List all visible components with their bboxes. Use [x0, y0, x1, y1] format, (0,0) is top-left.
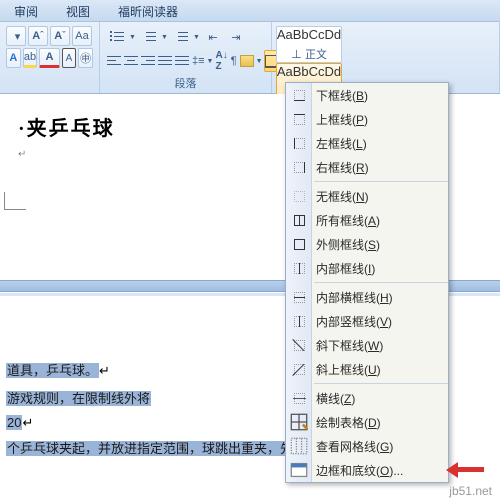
- style-normal[interactable]: AaBbCcDd ⊥ 正文: [276, 26, 342, 63]
- paragraph-group: ▼ ▼ ▼ ⇤ ⇥ ‡≡▼ A↓Z ¶ ▼ ▼ 段落: [100, 22, 272, 93]
- tab-foxit[interactable]: 福昕阅读器: [104, 0, 192, 21]
- menu-item-P[interactable]: 上框线(P): [286, 107, 448, 131]
- menu-item-A[interactable]: 所有框线(A): [286, 208, 448, 232]
- tab-review[interactable]: 审阅: [0, 0, 52, 21]
- menu-item-label: 左框线(L): [316, 135, 367, 152]
- menu-item-label: 下框线(B): [316, 87, 368, 104]
- sort-button[interactable]: A↓Z: [214, 50, 228, 72]
- bi-du-icon: [290, 360, 308, 378]
- bi-top-icon: [290, 110, 308, 128]
- menu-item-label: 内部框线(I): [316, 260, 375, 277]
- bullets-button[interactable]: [106, 26, 128, 48]
- align-center-button[interactable]: [123, 50, 139, 72]
- dialog-icon: [290, 461, 308, 479]
- menu-item-label: 绘制表格(D): [316, 414, 381, 431]
- align-right-button[interactable]: [140, 50, 156, 72]
- bi-in-icon: [290, 312, 308, 330]
- annotation-arrow: [438, 462, 484, 478]
- distribute-button[interactable]: [174, 50, 190, 72]
- bi-right-icon: [290, 158, 308, 176]
- shading-button[interactable]: [239, 50, 255, 72]
- menu-item-O[interactable]: 边框和底纹(O)...: [286, 458, 448, 482]
- menu-item-label: 外侧框线(S): [316, 236, 380, 253]
- font-color-button[interactable]: A: [39, 48, 59, 68]
- menu-item-S[interactable]: 外侧框线(S): [286, 232, 448, 256]
- bi-bottom-icon: [290, 86, 308, 104]
- grid-icon: [290, 413, 308, 431]
- menu-item-W[interactable]: 斜下框线(W): [286, 333, 448, 357]
- font-size-dropdown[interactable]: ▾: [6, 26, 26, 46]
- menu-item-B[interactable]: 下框线(B): [286, 83, 448, 107]
- menu-item-label: 内部横框线(H): [316, 289, 393, 306]
- bi-hline-icon: [290, 389, 308, 407]
- grow-font-button[interactable]: Aˆ: [28, 26, 48, 46]
- menu-item-I[interactable]: 内部框线(I): [286, 256, 448, 280]
- align-left-button[interactable]: [106, 50, 122, 72]
- tab-view[interactable]: 视图: [52, 0, 104, 21]
- menu-item-label: 所有框线(A): [316, 212, 380, 229]
- show-marks-button[interactable]: ¶: [230, 50, 238, 72]
- increase-indent-button[interactable]: ⇥: [225, 26, 247, 48]
- menu-item-L[interactable]: 左框线(L): [286, 131, 448, 155]
- menu-item-label: 斜下框线(W): [316, 337, 383, 354]
- highlight-button[interactable]: ab: [23, 48, 38, 68]
- menu-item-U[interactable]: 斜上框线(U): [286, 357, 448, 381]
- menu-item-V[interactable]: 内部竖框线(V): [286, 309, 448, 333]
- menu-item-label: 无框线(N): [316, 188, 369, 205]
- font-group: ▾ Aˆ Aˇ Aa A ab A A ㊥: [0, 22, 100, 93]
- menu-item-R[interactable]: 右框线(R): [286, 155, 448, 179]
- justify-button[interactable]: [157, 50, 173, 72]
- selected-line-3[interactable]: 20↵: [6, 412, 33, 434]
- menu-item-label: 内部竖框线(V): [316, 313, 392, 330]
- menu-item-label: 横线(Z): [316, 390, 355, 407]
- menu-item-label: 斜上框线(U): [316, 361, 381, 378]
- selected-line-2[interactable]: 游戏规则，在限制线外将: [6, 388, 151, 410]
- char-border-button[interactable]: A: [62, 48, 77, 68]
- change-case-button[interactable]: Aa: [72, 26, 92, 46]
- menu-item-label: 查看网格线(G): [316, 438, 393, 455]
- menu-item-D[interactable]: 绘制表格(D): [286, 410, 448, 434]
- text-effects-button[interactable]: A: [6, 48, 21, 68]
- menu-item-Z[interactable]: 横线(Z): [286, 386, 448, 410]
- borders-dropdown-menu: 下框线(B) 上框线(P) 左框线(L) 右框线(R) 无框线(N) 所有框线(A) 外侧框…: [285, 82, 449, 483]
- menu-item-N[interactable]: 无框线(N): [286, 184, 448, 208]
- multilevel-button[interactable]: [170, 26, 192, 48]
- enclose-char-button[interactable]: ㊥: [78, 48, 93, 68]
- bi-none-icon: [290, 187, 308, 205]
- page-corner-mark: [4, 192, 26, 210]
- bi-left-icon: [290, 134, 308, 152]
- paragraph-group-label: 段落: [100, 75, 271, 91]
- menu-item-label: 右框线(R): [316, 159, 369, 176]
- menu-item-label: 边框和底纹(O)...: [316, 462, 403, 479]
- decrease-indent-button[interactable]: ⇤: [202, 26, 224, 48]
- view-icon: [290, 437, 308, 455]
- bi-in-icon: [290, 259, 308, 277]
- watermark: jb51.net: [449, 484, 492, 498]
- line-spacing-button[interactable]: ‡≡: [191, 50, 206, 72]
- bi-inh-icon: [290, 288, 308, 306]
- menu-item-H[interactable]: 内部横框线(H): [286, 285, 448, 309]
- shrink-font-button[interactable]: Aˇ: [50, 26, 70, 46]
- numbering-button[interactable]: [138, 26, 160, 48]
- menu-item-G[interactable]: 查看网格线(G): [286, 434, 448, 458]
- selected-line-1[interactable]: 道具，乒乓球。↵: [6, 360, 110, 382]
- bi-dd-icon: [290, 336, 308, 354]
- menu-item-label: 上框线(P): [316, 111, 368, 128]
- bi-out-icon: [290, 235, 308, 253]
- bi-all-icon: [290, 211, 308, 229]
